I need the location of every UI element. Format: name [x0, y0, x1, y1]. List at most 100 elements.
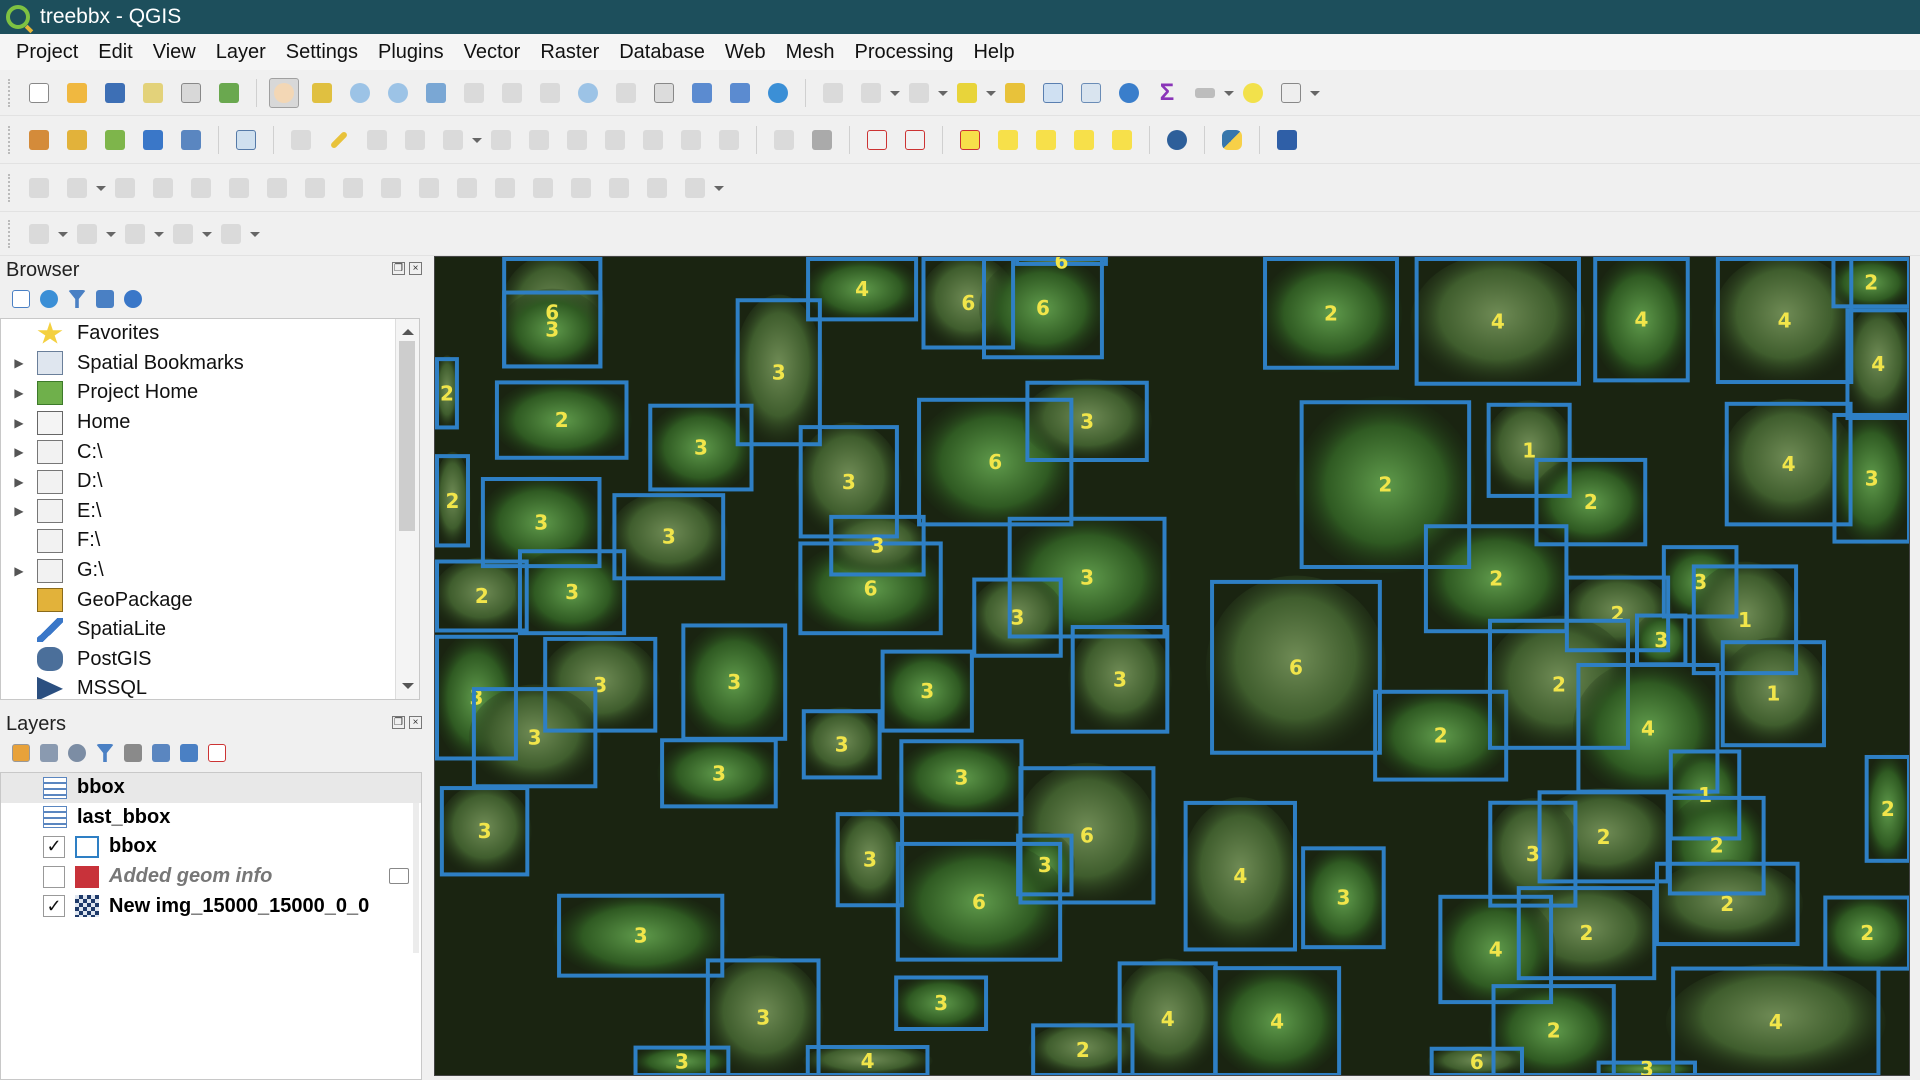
merge-features-button[interactable] [604, 173, 634, 203]
label-toolbar-button[interactable] [769, 125, 799, 155]
layer-item[interactable]: bbox [1, 773, 421, 803]
select-value-dropdown[interactable] [986, 78, 996, 108]
pan-to-selection-button[interactable] [307, 78, 337, 108]
new-virtual-layer-button[interactable] [231, 125, 261, 155]
zoom-full-button[interactable] [421, 78, 451, 108]
add-feature-button[interactable] [400, 125, 430, 155]
digitize-polygon-button[interactable] [216, 219, 246, 249]
python-console-button[interactable] [1217, 125, 1247, 155]
pan-map-button[interactable] [269, 77, 299, 108]
select-dropdown[interactable] [938, 78, 948, 108]
delete-selected-button[interactable] [524, 125, 554, 155]
new-bookmark-button[interactable] [687, 78, 717, 108]
expand-arrow-icon[interactable]: ▶ [1, 475, 37, 489]
select-by-value-button[interactable] [952, 78, 982, 108]
field-calculator-button[interactable] [1076, 78, 1106, 108]
filter-icon[interactable] [68, 290, 86, 308]
layer-item[interactable]: ✓ bbox [1, 832, 421, 862]
copy-features-button[interactable] [600, 125, 630, 155]
browser-item-geopackage[interactable]: GeoPackage [1, 585, 419, 615]
delete-part-button[interactable] [338, 173, 368, 203]
merge-attributes-button[interactable] [642, 173, 672, 203]
zoom-to-selection-button[interactable] [459, 78, 489, 108]
digitize-ellipse-button[interactable] [120, 219, 150, 249]
expand-arrow-icon[interactable]: ▶ [1, 386, 37, 400]
map-tips-button[interactable] [1238, 78, 1268, 108]
show-bookmarks-button[interactable] [725, 78, 755, 108]
menu-view[interactable]: View [143, 41, 206, 64]
panel-splitter[interactable] [426, 256, 434, 1080]
new-temporary-layer-button[interactable] [176, 125, 206, 155]
fill-ring-button[interactable] [262, 173, 292, 203]
advanced-digitizing-button[interactable] [24, 173, 54, 203]
run-action-button[interactable] [856, 78, 886, 108]
toolbar-grip[interactable] [8, 219, 12, 248]
trim-extend-button[interactable] [490, 173, 520, 203]
rotate-point-symbols-button[interactable] [680, 173, 710, 203]
browser-item-mssql[interactable]: MSSQL [1, 674, 419, 699]
quickmapservices-button[interactable] [1162, 125, 1192, 155]
browser-item-d[interactable]: ▶ D:\ [1, 467, 419, 497]
close-panel-icon[interactable]: × [409, 716, 422, 729]
browser-item-favorites[interactable]: Favorites [1, 319, 419, 349]
add-group-icon[interactable] [40, 744, 58, 762]
rectangle-dropdown[interactable] [202, 219, 212, 249]
save-edits-button[interactable] [362, 125, 392, 155]
split-parts-button[interactable] [566, 173, 596, 203]
toolbar-grip[interactable] [8, 125, 12, 154]
processing-toolbox-button[interactable] [1114, 78, 1144, 108]
measure-button[interactable] [1190, 78, 1220, 108]
highlight-pinned-labels-button[interactable] [862, 125, 892, 155]
rotate-label-button[interactable] [1069, 125, 1099, 155]
menu-help[interactable]: Help [963, 41, 1024, 64]
simplify-feature-button[interactable] [148, 173, 178, 203]
browser-item-c[interactable]: ▶ C:\ [1, 437, 419, 467]
style-manager-button[interactable] [214, 78, 244, 108]
measure-dropdown[interactable] [1224, 78, 1234, 108]
data-source-manager-button[interactable] [24, 125, 54, 155]
menu-layer[interactable]: Layer [206, 41, 276, 64]
ellipse-dropdown[interactable] [154, 219, 164, 249]
show-hide-labels-button[interactable] [993, 125, 1023, 155]
redo-button[interactable] [714, 125, 744, 155]
layer-visibility-checkbox[interactable] [43, 865, 65, 888]
menu-edit[interactable]: Edit [88, 41, 142, 64]
layer-item[interactable]: ✓ New img_15000_15000_0_0 [1, 891, 421, 921]
map-canvas[interactable]: 6 3 2 2 3 4 6 6 6 2 4 4 4 2 4 3 3 6 3 2 1 2 4 3 2 3 3 6 3 3 3 2 2 3 1 3 6 2 2 4… [434, 256, 1910, 1076]
refresh-button[interactable] [763, 78, 793, 108]
filter-legend-icon[interactable] [96, 744, 114, 762]
layer-item[interactable]: Added geom info [1, 862, 421, 892]
help-button[interactable] [1272, 125, 1302, 155]
browser-item-postgis[interactable]: PostGIS [1, 645, 419, 675]
new-project-button[interactable] [24, 78, 54, 108]
browser-item-spatialite[interactable]: SpatiaLite [1, 615, 419, 645]
identify-button[interactable] [818, 78, 848, 108]
layout-manager-button[interactable] [176, 78, 206, 108]
undo-button[interactable] [676, 125, 706, 155]
zoom-native-button[interactable] [535, 78, 565, 108]
zoom-out-button[interactable] [383, 78, 413, 108]
add-selected-layers-icon[interactable] [12, 290, 30, 308]
expand-all-icon[interactable] [152, 744, 170, 762]
new-map-view-button[interactable] [649, 78, 679, 108]
scroll-thumb[interactable] [399, 341, 415, 531]
offset-curve-button[interactable] [414, 173, 444, 203]
open-project-button[interactable] [62, 78, 92, 108]
menu-vector[interactable]: Vector [454, 41, 531, 64]
split-features-button[interactable] [528, 173, 558, 203]
refresh-icon[interactable] [40, 290, 58, 308]
filter-by-expression-icon[interactable] [124, 744, 142, 762]
statistical-summary-button[interactable]: Σ [1152, 78, 1182, 108]
close-panel-icon[interactable]: × [409, 262, 422, 275]
browser-item-f[interactable]: F:\ [1, 526, 419, 556]
vertex-tool-button[interactable] [438, 125, 468, 155]
zoom-in-button[interactable] [345, 78, 375, 108]
new-print-layout-button[interactable] [138, 78, 168, 108]
collapse-all-icon[interactable] [96, 290, 114, 308]
browser-item-home[interactable]: ▶ Home [1, 408, 419, 438]
toolbar-grip[interactable] [8, 173, 12, 202]
change-label-button[interactable] [1107, 125, 1137, 155]
expand-arrow-icon[interactable]: ▶ [1, 504, 37, 518]
vertex-dropdown[interactable] [472, 125, 482, 155]
map-svg[interactable]: 6 3 2 2 3 4 6 6 6 2 4 4 4 2 4 3 3 6 3 2 1 2 4 3 2 3 3 6 3 3 3 2 2 3 1 3 6 2 2 4… [435, 257, 1910, 1076]
